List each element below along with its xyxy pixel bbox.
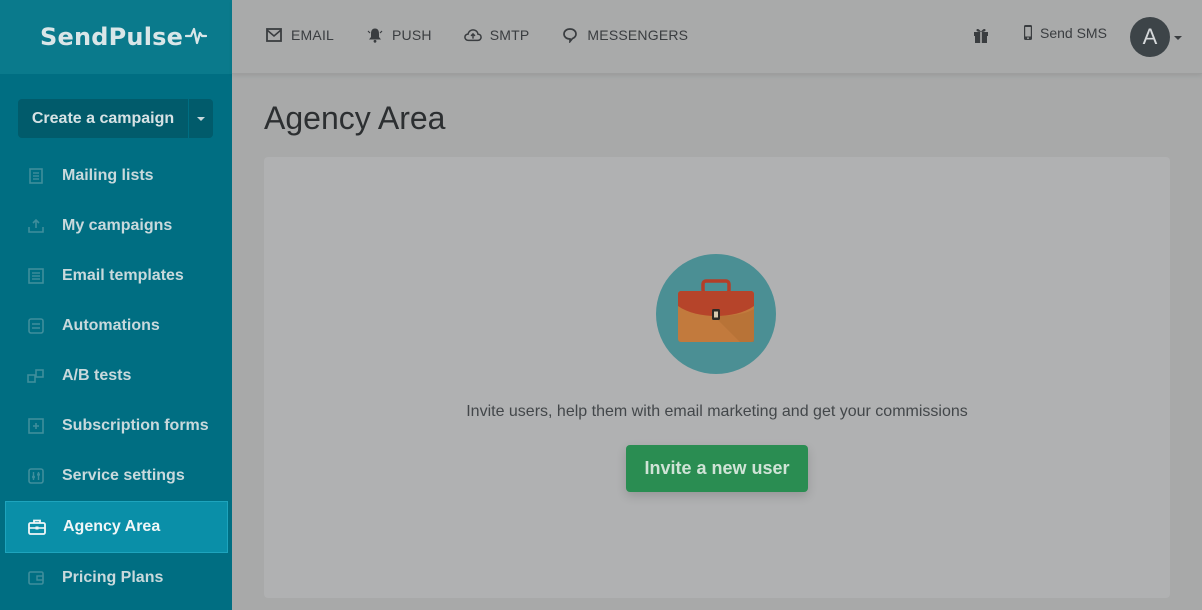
chat-icon <box>561 26 579 44</box>
tab-label: MESSENGERS <box>587 27 689 43</box>
sidebar-item-my-campaigns[interactable]: My campaigns <box>0 201 232 251</box>
tab-smtp[interactable]: SMTP <box>463 26 530 44</box>
tab-label: PUSH <box>392 27 432 43</box>
wallet-icon <box>26 568 46 588</box>
briefcase-icon <box>27 517 47 537</box>
sidebar-item-label: Pricing Plans <box>62 569 164 586</box>
chevron-down-icon <box>197 116 205 121</box>
ab-tests-icon <box>26 366 46 386</box>
logo[interactable]: SendPulse <box>0 0 232 74</box>
send-sms-label: Send SMS <box>1040 25 1107 41</box>
sidebar-item-label: Mailing lists <box>62 167 154 184</box>
tab-messengers[interactable]: MESSENGERS <box>561 26 688 44</box>
create-campaign-dropdown[interactable] <box>189 99 213 138</box>
sidebar-item-email-templates[interactable]: Email templates <box>0 251 232 301</box>
sidebar-item-ab-tests[interactable]: A/B tests <box>0 351 232 401</box>
sidebar-item-label: Subscription forms <box>62 417 209 434</box>
create-campaign-button[interactable]: Create a campaign <box>18 99 188 138</box>
brand-name: SendPulse <box>40 23 184 51</box>
sidebar-item-service-settings[interactable]: Service settings <box>0 451 232 501</box>
product-nav: EMAIL PUSH SMTP MESSENGERS <box>265 0 720 70</box>
invite-description: Invite users, help them with email marke… <box>466 403 968 420</box>
sidebar-item-label: Agency Area <box>63 518 161 535</box>
tab-push[interactable]: PUSH <box>366 26 432 44</box>
send-sms-button[interactable]: Send SMS <box>1022 24 1107 42</box>
automations-icon <box>26 316 46 336</box>
cloud-upload-icon <box>463 26 482 44</box>
briefcase-illustration <box>656 254 776 374</box>
page-title: Agency Area <box>264 100 446 136</box>
sidebar-item-label: My campaigns <box>62 217 173 234</box>
sidebar-item-mailing-lists[interactable]: Mailing lists <box>0 151 232 201</box>
gift-icon[interactable] <box>972 26 990 44</box>
envelope-icon <box>265 26 283 44</box>
sidebar-item-subscription-forms[interactable]: Subscription forms <box>0 401 232 451</box>
pulse-icon <box>184 24 208 51</box>
sidebar-nav: Mailing lists My campaigns Email templat… <box>0 151 232 603</box>
phone-icon <box>1022 24 1034 42</box>
sidebar-item-agency-area[interactable]: Agency Area <box>5 501 228 553</box>
sidebar-item-label: Automations <box>62 317 160 334</box>
sidebar-item-automations[interactable]: Automations <box>0 301 232 351</box>
tab-label: EMAIL <box>291 27 335 43</box>
forms-icon <box>26 416 46 436</box>
sidebar-item-label: Service settings <box>62 467 185 484</box>
sidebar-item-pricing-plans[interactable]: Pricing Plans <box>0 553 232 603</box>
campaigns-icon <box>26 216 46 236</box>
top-bar: EMAIL PUSH SMTP MESSENGERS Send SMS A <box>232 0 1202 74</box>
bell-icon <box>366 26 384 44</box>
sidebar: SendPulse Create a campaign Mailing list… <box>0 0 232 610</box>
sidebar-item-label: Email templates <box>62 267 184 284</box>
avatar[interactable]: A <box>1130 17 1170 57</box>
agency-card: Invite users, help them with email marke… <box>264 157 1170 598</box>
settings-icon <box>26 466 46 486</box>
tab-email[interactable]: EMAIL <box>265 26 334 44</box>
create-campaign-group: Create a campaign <box>18 99 213 138</box>
mailing-lists-icon <box>26 166 46 186</box>
tab-label: SMTP <box>489 27 530 43</box>
sidebar-item-label: A/B tests <box>62 367 132 384</box>
chevron-down-icon[interactable] <box>1174 36 1182 40</box>
templates-icon <box>26 266 46 286</box>
invite-user-button[interactable]: Invite a new user <box>626 445 808 492</box>
